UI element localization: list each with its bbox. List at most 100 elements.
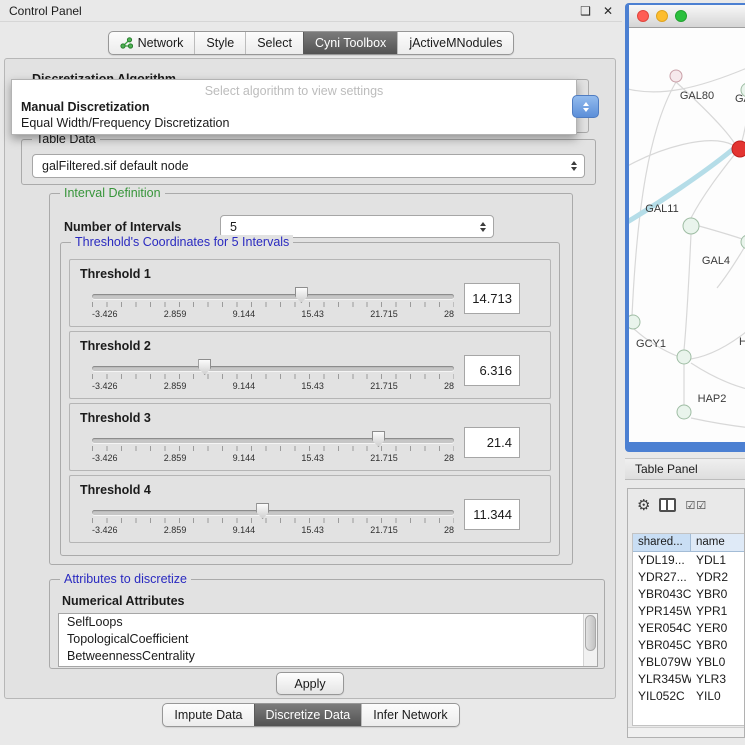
threshold-value-field[interactable]: 14.713 [464, 283, 520, 314]
slider-track[interactable] [92, 294, 454, 299]
network-node[interactable] [683, 218, 699, 234]
list-item[interactable]: TopologicalCoefficient [59, 631, 597, 648]
table-row[interactable]: YIL052C YIL0 [633, 688, 744, 705]
network-window-titlebar[interactable] [629, 5, 745, 28]
table-cell[interactable]: YDR2 [691, 569, 744, 586]
tab-infer-network[interactable]: Infer Network [361, 704, 458, 726]
slider-thumb[interactable] [256, 503, 269, 519]
network-node[interactable] [670, 70, 682, 82]
table-row[interactable]: YPR145W YPR1 [633, 603, 744, 620]
threshold-3-slider[interactable]: -3.426 2.859 9.144 15.43 21.715 28 [92, 432, 454, 466]
network-node[interactable] [741, 235, 745, 249]
tab-label: Impute Data [174, 708, 242, 722]
table-cell[interactable]: YIL052C [633, 688, 691, 705]
tab-impute-data[interactable]: Impute Data [163, 704, 253, 726]
table-header-row: shared... name [633, 534, 744, 552]
dropdown-option-manual-discretization[interactable]: Manual Discretization [12, 99, 576, 115]
threshold-4-slider[interactable]: -3.426 2.859 9.144 15.43 21.715 28 [92, 504, 454, 538]
table-row[interactable]: YBR043C YBR0 [633, 586, 744, 603]
tab-select[interactable]: Select [245, 32, 303, 54]
close-window-icon[interactable]: ✕ [603, 5, 613, 17]
tab-style[interactable]: Style [194, 32, 245, 54]
column-layout-icon[interactable] [659, 498, 676, 512]
scale-label: 28 [444, 525, 454, 535]
vertical-scrollbar[interactable] [583, 614, 597, 666]
threshold-label: Threshold 1 [80, 267, 151, 281]
scale-label: 2.859 [164, 525, 187, 535]
scale-label: 15.43 [301, 525, 324, 535]
column-header-name[interactable]: name [691, 534, 744, 552]
threshold-value-field[interactable]: 6.316 [464, 355, 520, 386]
table-cell[interactable]: YER054C [633, 620, 691, 637]
scale-label: 2.859 [164, 309, 187, 319]
tab-jactivemnodules[interactable]: jActiveMNodules [397, 32, 513, 54]
tab-discretize-data[interactable]: Discretize Data [254, 704, 362, 726]
tab-cyni-toolbox[interactable]: Cyni Toolbox [303, 32, 397, 54]
threshold-2-slider[interactable]: -3.426 2.859 9.144 15.43 21.715 28 [92, 360, 454, 394]
horizontal-scrollbar[interactable] [628, 727, 744, 737]
threshold-value-field[interactable]: 11.344 [464, 499, 520, 530]
settings-gear-icon[interactable]: ⚙ [637, 498, 650, 513]
algorithm-combo-stepper[interactable] [572, 95, 599, 118]
network-node-selected-red[interactable] [732, 141, 745, 157]
table-cell[interactable]: YBR0 [691, 586, 744, 603]
threshold-value-field[interactable]: 21.4 [464, 427, 520, 458]
network-graph: GAL80 GA GAL11 GAL4 GCY1 H HAP2 [629, 28, 745, 442]
table-cell[interactable]: YPR1 [691, 603, 744, 620]
scale-label: -3.426 [92, 309, 118, 319]
table-cell[interactable]: YDL1 [691, 552, 744, 569]
list-item[interactable]: BetweennessCentrality [59, 648, 597, 665]
network-node[interactable] [677, 350, 691, 364]
dropdown-option-equal-width[interactable]: Equal Width/Frequency Discretization [12, 115, 576, 131]
table-cell[interactable]: YBR043C [633, 586, 691, 603]
list-item[interactable]: SelfLoops [59, 614, 597, 631]
table-cell[interactable]: YIL0 [691, 688, 744, 705]
slider-scale: -3.426 2.859 9.144 15.43 21.715 28 [92, 525, 454, 535]
minimize-traffic-light-icon[interactable] [656, 10, 668, 22]
table-panel-titlebar: Table Panel [625, 458, 745, 480]
select-columns-icon[interactable]: ☑☑ [685, 499, 707, 512]
threshold-1-box: Threshold 1 -3.426 2.859 9.144 15.43 21.… [69, 259, 551, 327]
slider-thumb[interactable] [198, 359, 211, 375]
slider-track[interactable] [92, 438, 454, 443]
apply-button[interactable]: Apply [276, 672, 344, 695]
network-canvas[interactable]: GAL80 GA GAL11 GAL4 GCY1 H HAP2 [629, 28, 745, 442]
table-cell[interactable]: YBR0 [691, 637, 744, 654]
network-view-frame: GAL80 GA GAL11 GAL4 GCY1 H HAP2 [629, 5, 745, 442]
float-window-icon[interactable]: ❑ [580, 5, 591, 17]
table-row[interactable]: YER054C YER0 [633, 620, 744, 637]
table-cell[interactable]: YBR045C [633, 637, 691, 654]
scale-label: 21.715 [370, 381, 398, 391]
column-header-shared-name[interactable]: shared... [633, 534, 691, 552]
scrollbar-thumb[interactable] [585, 615, 596, 651]
table-cell[interactable]: YLR345W [633, 671, 691, 688]
table-cell[interactable]: YBL0 [691, 654, 744, 671]
table-cell[interactable]: YDL19... [633, 552, 691, 569]
table-cell[interactable]: YLR3 [691, 671, 744, 688]
network-node[interactable] [629, 315, 640, 329]
threshold-1-slider[interactable]: -3.426 2.859 9.144 15.43 21.715 28 [92, 288, 454, 322]
table-row[interactable]: YDR27... YDR2 [633, 569, 744, 586]
slider-thumb[interactable] [372, 431, 385, 447]
zoom-traffic-light-icon[interactable] [675, 10, 687, 22]
group-title: Interval Definition [60, 186, 165, 200]
close-traffic-light-icon[interactable] [637, 10, 649, 22]
network-icon [120, 37, 133, 49]
tab-network[interactable]: Network [109, 32, 195, 54]
table-cell[interactable]: YPR145W [633, 603, 691, 620]
slider-thumb[interactable] [295, 287, 308, 303]
table-cell[interactable]: YER0 [691, 620, 744, 637]
tab-label: Network [138, 36, 184, 50]
table-row[interactable]: YBL079W YBL0 [633, 654, 744, 671]
table-row[interactable]: YLR345W YLR3 [633, 671, 744, 688]
scale-label: 9.144 [233, 525, 256, 535]
slider-scale: -3.426 2.859 9.144 15.43 21.715 28 [92, 309, 454, 319]
network-node[interactable] [677, 405, 691, 419]
table-cell[interactable]: YDR27... [633, 569, 691, 586]
slider-track[interactable] [92, 366, 454, 371]
table-data-combo[interactable]: galFiltered.sif default node [32, 154, 585, 178]
table-row[interactable]: YDL19... YDL1 [633, 552, 744, 569]
table-row[interactable]: YBR045C YBR0 [633, 637, 744, 654]
table-cell[interactable]: YBL079W [633, 654, 691, 671]
slider-track[interactable] [92, 510, 454, 515]
